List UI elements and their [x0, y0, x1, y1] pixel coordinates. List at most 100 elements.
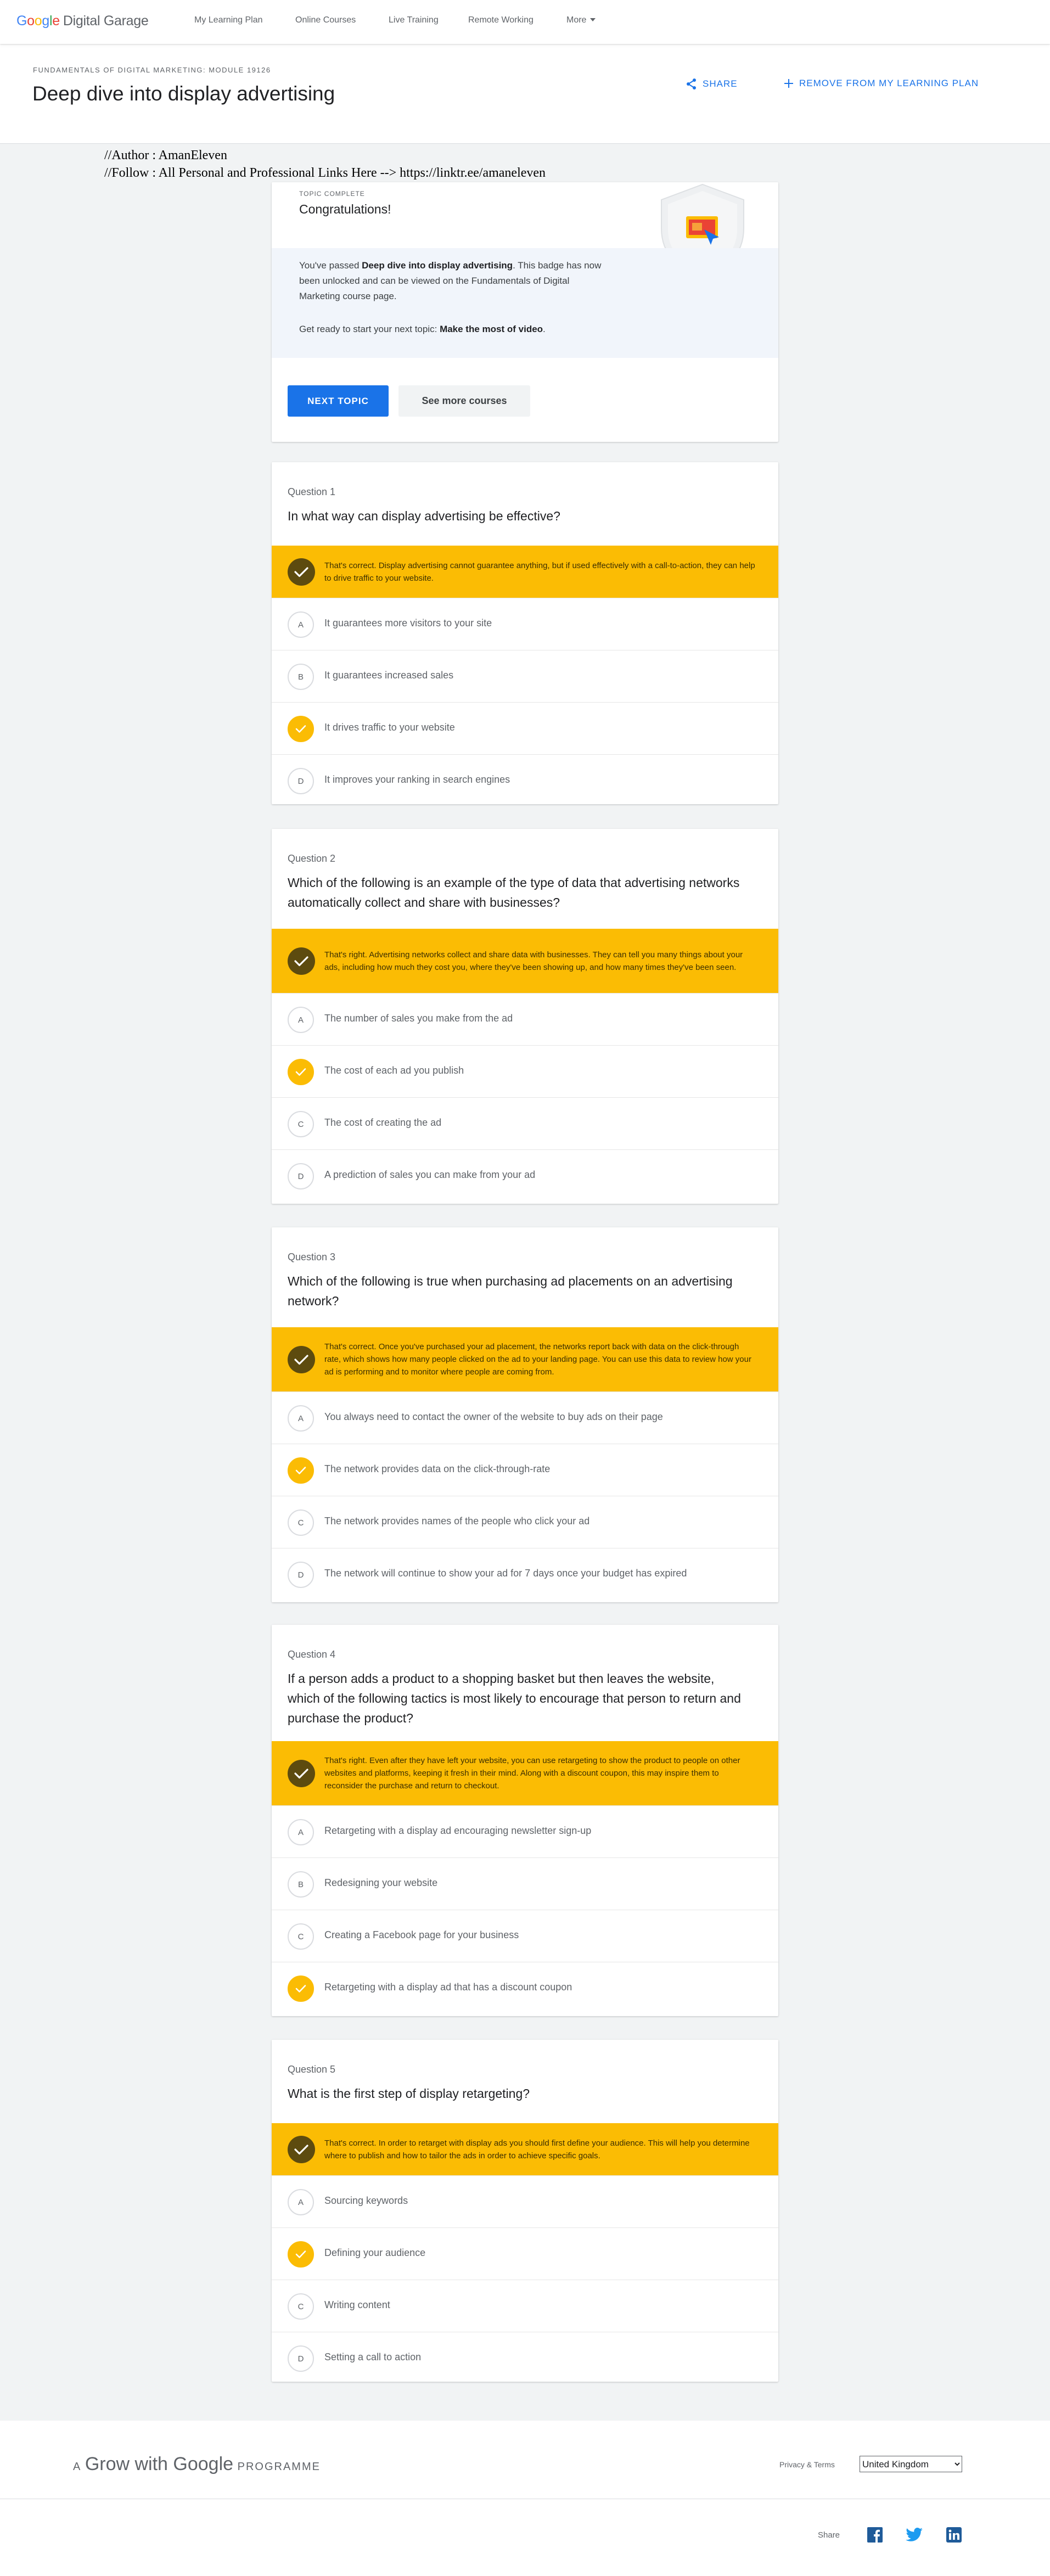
check-circle-icon	[288, 2135, 315, 2163]
page-header: FUNDAMENTALS OF DIGITAL MARKETING: MODUL…	[0, 44, 1050, 144]
option-letter: B	[288, 664, 314, 690]
question-text: Which of the following is true when purc…	[288, 1274, 733, 1308]
answer-option-d[interactable]: D It improves your ranking in search engi…	[272, 754, 778, 804]
option-text: The number of sales you make from the ad	[324, 1013, 513, 1024]
option-text: It guarantees increased sales	[324, 670, 454, 681]
correct-feedback-banner: That's correct. In order to retarget wit…	[272, 2123, 778, 2175]
nav-more[interactable]: More	[566, 15, 596, 25]
correct-feedback-banner: That's correct. Once you've purchased yo…	[272, 1327, 778, 1391]
answer-option-a[interactable]: A It guarantees more visitors to your sit…	[272, 598, 778, 650]
question-card-5: Question 5 What is the first step of disp…	[272, 2040, 778, 2382]
answer-option-b[interactable]: B It guarantees increased sales	[272, 650, 778, 702]
nav-online-courses[interactable]: Online Courses	[295, 15, 356, 25]
logo-suffix: PROGRAMME	[237, 2461, 321, 2473]
check-circle-icon	[288, 1345, 315, 1373]
option-text: You always need to contact the owner of …	[324, 1411, 663, 1422]
see-more-courses-button[interactable]: See more courses	[398, 385, 530, 417]
twitter-icon[interactable]	[906, 2526, 923, 2544]
answer-option-b[interactable]: Defining your audience	[272, 2227, 778, 2280]
check-circle-icon	[288, 947, 315, 975]
topic-complete-label: TOPIC COMPLETE	[299, 190, 365, 198]
option-letter: D	[288, 2345, 314, 2372]
answer-option-d[interactable]: D Setting a call to action	[272, 2332, 778, 2382]
option-letter: A	[288, 2189, 314, 2215]
answer-option-c[interactable]: C The network provides names of the peopl…	[272, 1496, 778, 1548]
option-letter: C	[288, 1111, 314, 1137]
option-text: A prediction of sales you can make from …	[324, 1169, 536, 1180]
question-label: Question 2	[288, 853, 336, 864]
next-topic-name: Make the most of video	[440, 324, 543, 334]
logo-prefix: A	[73, 2461, 81, 2473]
next-topic-message: Get ready to start your next topic: Make…	[299, 322, 683, 337]
option-text: It guarantees more visitors to your site	[324, 618, 492, 628]
question-text: If a person adds a product to a shopping…	[288, 1671, 741, 1725]
option-letter: A	[288, 1405, 314, 1432]
privacy-terms-link[interactable]: Privacy & Terms	[779, 2460, 835, 2469]
answer-option-c[interactable]: It drives traffic to your website	[272, 702, 778, 754]
congratulations-title: Congratulations!	[299, 202, 391, 216]
follow-line: //Follow : All Personal and Professional…	[104, 166, 546, 180]
share-button[interactable]: SHARE	[686, 78, 738, 90]
option-letter: A	[288, 1819, 314, 1845]
author-line: //Author : AmanEleven	[104, 148, 227, 162]
question-label: Question 1	[288, 486, 336, 497]
option-text: The cost of each ad you publish	[324, 1065, 464, 1076]
region-select[interactable]: United Kingdom	[860, 2456, 962, 2472]
answer-option-a[interactable]: A You always need to contact the owner of…	[272, 1391, 778, 1444]
question-card-1: Question 1 In what way can display advert…	[272, 462, 778, 804]
option-letter: A	[288, 611, 314, 638]
grow-with-google-logo[interactable]: A Grow with Google PROGRAMME	[73, 2454, 321, 2475]
question-card-3: Question 3 Which of the following is true…	[272, 1227, 778, 1602]
answer-option-b[interactable]: The network provides data on the click-t…	[272, 1444, 778, 1496]
share-button-label: SHARE	[703, 78, 738, 89]
option-text: It improves your ranking in search engin…	[324, 774, 510, 785]
topic-summary-box: You've passed Deep dive into display adv…	[272, 248, 778, 358]
answer-option-d[interactable]: Retargeting with a display ad that has a…	[272, 1962, 778, 2014]
option-letter: B	[288, 1871, 314, 1898]
answer-option-d[interactable]: D The network will continue to show your …	[272, 1548, 778, 1600]
selected-check-icon	[288, 1976, 314, 2002]
linkedin-icon[interactable]	[945, 2526, 963, 2544]
selected-check-icon	[288, 1059, 314, 1085]
answer-option-a[interactable]: A Retargeting with a display ad encouragi…	[272, 1805, 778, 1857]
question-text: What is the first step of display retarg…	[288, 2086, 530, 2101]
option-letter: C	[288, 1509, 314, 1536]
module-label: FUNDAMENTALS OF DIGITAL MARKETING: MODUL…	[33, 66, 271, 74]
caret-down-icon	[590, 18, 596, 21]
nav-my-learning-plan[interactable]: My Learning Plan	[194, 15, 263, 25]
option-text: Redesigning your website	[324, 1877, 438, 1888]
answer-option-a[interactable]: A The number of sales you make from the a…	[272, 993, 778, 1045]
question-label: Question 3	[288, 1251, 336, 1262]
answer-option-c[interactable]: C The cost of creating the ad	[272, 1097, 778, 1149]
correct-feedback-banner: That's right. Even after they have left …	[272, 1741, 778, 1805]
answer-option-d[interactable]: D A prediction of sales you can make from…	[272, 1149, 778, 1202]
question-label: Question 4	[288, 1649, 336, 1660]
answer-option-b[interactable]: The cost of each ad you publish	[272, 1045, 778, 1097]
topic-complete-card: TOPIC COMPLETE Congratulations! You've p…	[272, 182, 778, 442]
question-label: Question 5	[288, 2064, 336, 2075]
facebook-icon[interactable]	[866, 2526, 884, 2544]
option-letter: D	[288, 768, 314, 794]
option-text: The cost of creating the ad	[324, 1117, 442, 1128]
page-title: Deep dive into display advertising	[32, 82, 335, 105]
correct-feedback-banner: That's correct. Display advertising cann…	[272, 546, 778, 598]
question-text: Which of the following is an example of …	[288, 875, 740, 910]
page-footer: A Grow with Google PROGRAMME Privacy & T…	[0, 2421, 1050, 2576]
option-text: Setting a call to action	[324, 2351, 422, 2362]
remove-from-learning-plan-button[interactable]: REMOVE FROM MY LEARNING PLAN	[784, 78, 979, 89]
answer-option-b[interactable]: B Redesigning your website	[272, 1857, 778, 1910]
check-circle-icon	[288, 558, 315, 586]
answer-option-a[interactable]: A Sourcing keywords	[272, 2175, 778, 2227]
google-digital-garage-logo[interactable]: Google Digital Garage	[16, 13, 149, 29]
nav-remote-working[interactable]: Remote Working	[468, 15, 534, 25]
nav-live-training[interactable]: Live Training	[389, 15, 439, 25]
remove-button-label: REMOVE FROM MY LEARNING PLAN	[799, 78, 979, 88]
option-text: Retargeting with a display ad that has a…	[324, 1982, 572, 1993]
option-text: The network provides names of the people…	[324, 1516, 590, 1526]
option-letter: D	[288, 1562, 314, 1588]
correct-feedback-banner: That's right. Advertising networks colle…	[272, 929, 778, 993]
answer-option-c[interactable]: C Creating a Facebook page for your busin…	[272, 1910, 778, 1962]
answer-option-c[interactable]: C Writing content	[272, 2280, 778, 2332]
next-topic-button[interactable]: NEXT TOPIC	[288, 385, 389, 417]
question-text: In what way can display advertising be e…	[288, 509, 560, 523]
